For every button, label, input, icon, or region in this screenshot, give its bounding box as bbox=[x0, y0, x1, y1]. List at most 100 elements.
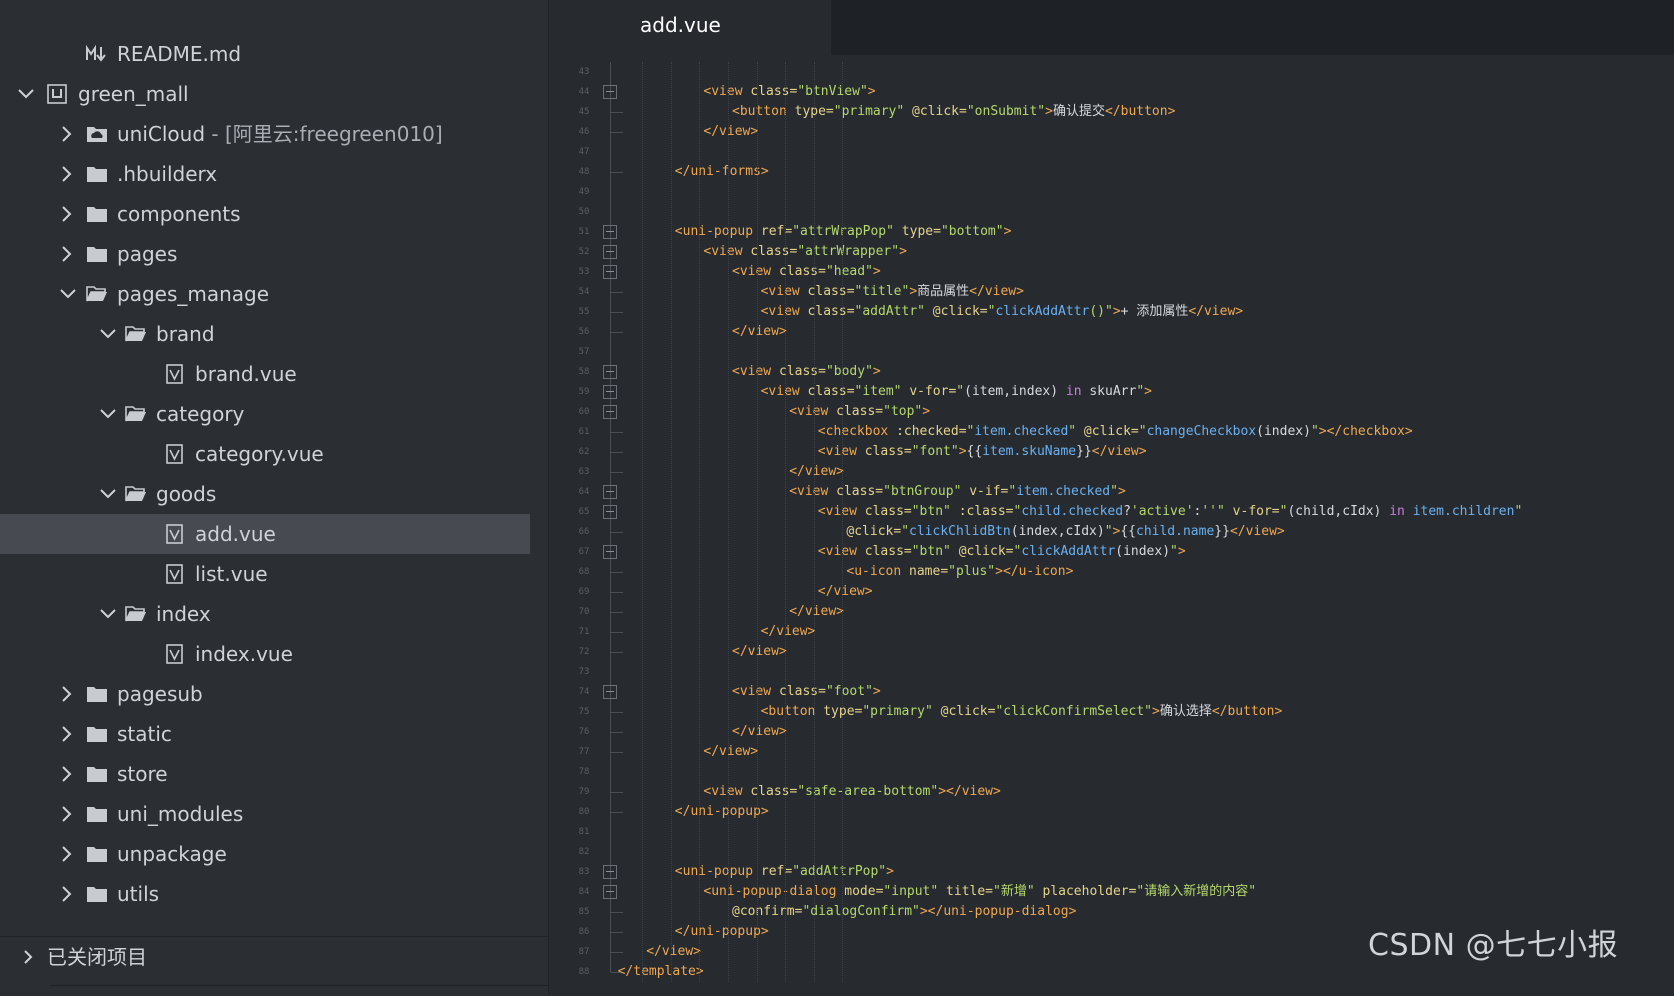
tree-item-label: pagesub bbox=[117, 682, 203, 706]
chevron-right-icon[interactable] bbox=[56, 154, 78, 194]
code-line[interactable]: </template> bbox=[549, 962, 1674, 982]
tree-item-label: brand bbox=[156, 322, 215, 346]
code-line[interactable]: <checkbox :checked="item.checked" @click… bbox=[549, 422, 1674, 442]
code-area[interactable]: <view class="btnView"> <button type="prim… bbox=[549, 62, 1674, 982]
code-line[interactable]: @click="clickChlidBtn(index,cIdx)">{{chi… bbox=[549, 522, 1674, 542]
tab-add-vue[interactable]: add.vue bbox=[549, 0, 831, 55]
code-line[interactable]: <view class="top"> bbox=[549, 402, 1674, 422]
chevron-down-icon[interactable] bbox=[14, 74, 36, 114]
code-line[interactable]: <view class="btn" @click="clickAddAttr(i… bbox=[549, 542, 1674, 562]
chevron-down-icon[interactable] bbox=[96, 314, 118, 354]
folder-icon bbox=[86, 714, 110, 754]
tree-item[interactable]: uniCloud - [阿里云:freegreen010] bbox=[0, 114, 530, 154]
closed-projects-row[interactable]: 已关闭项目 bbox=[0, 936, 548, 977]
code-line[interactable]: <uni-popup-dialog mode="input" title="新增… bbox=[549, 882, 1674, 902]
tree-item[interactable]: pagesub bbox=[0, 674, 530, 714]
indent-guide bbox=[670, 62, 673, 982]
code-line[interactable]: <view class="foot"> bbox=[549, 682, 1674, 702]
code-line[interactable]: @confirm="dialogConfirm"></uni-popup-dia… bbox=[549, 902, 1674, 922]
tree-item[interactable]: category.vue bbox=[0, 434, 530, 474]
tree-item[interactable]: brand bbox=[0, 314, 530, 354]
tree-item-label: index bbox=[156, 602, 211, 626]
tree-item[interactable]: .hbuilderx bbox=[0, 154, 530, 194]
chevron-down-icon[interactable] bbox=[96, 594, 118, 634]
code-line[interactable]: <view class="head"> bbox=[549, 262, 1674, 282]
chevron-down-icon[interactable] bbox=[96, 474, 118, 514]
tree-item[interactable]: add.vue bbox=[0, 514, 530, 554]
tree-item[interactable]: store bbox=[0, 754, 530, 794]
code-line[interactable]: </view> bbox=[549, 322, 1674, 342]
code-line[interactable] bbox=[549, 182, 1674, 202]
chevron-right-icon[interactable] bbox=[56, 114, 78, 154]
tree-item[interactable]: uni_modules bbox=[0, 794, 530, 834]
chevron-right-icon[interactable] bbox=[56, 674, 78, 714]
code-line[interactable]: <view class="addAttr" @click="clickAddAt… bbox=[549, 302, 1674, 322]
chevron-right-icon[interactable] bbox=[56, 194, 78, 234]
code-line[interactable] bbox=[549, 762, 1674, 782]
folder-icon bbox=[86, 194, 110, 234]
code-line[interactable]: <button type="primary" @click="clickConf… bbox=[549, 702, 1674, 722]
tree-item[interactable]: list.vue bbox=[0, 554, 530, 594]
code-line[interactable] bbox=[549, 142, 1674, 162]
closed-projects-label: 已关闭项目 bbox=[47, 945, 147, 969]
tree-item[interactable]: unpackage bbox=[0, 834, 530, 874]
code-line[interactable]: <uni-popup ref="addAttrPop"> bbox=[549, 862, 1674, 882]
tree-item[interactable]: brand.vue bbox=[0, 354, 530, 394]
code-line[interactable] bbox=[549, 62, 1674, 82]
tree-item[interactable]: category bbox=[0, 394, 530, 434]
code-line[interactable]: </view> bbox=[549, 642, 1674, 662]
tree-item[interactable]: pages_manage bbox=[0, 274, 530, 314]
code-line[interactable]: </view> bbox=[549, 122, 1674, 142]
code-line[interactable]: <view class="btnView"> bbox=[549, 82, 1674, 102]
code-line[interactable]: </view> bbox=[549, 602, 1674, 622]
code-line[interactable]: </view> bbox=[549, 582, 1674, 602]
tree-item[interactable]: index bbox=[0, 594, 530, 634]
chevron-right-icon[interactable] bbox=[56, 834, 78, 874]
sidebar-scrollbar[interactable] bbox=[50, 985, 548, 996]
code-line[interactable] bbox=[549, 662, 1674, 682]
code-line[interactable]: <uni-popup ref="attrWrapPop" type="botto… bbox=[549, 222, 1674, 242]
chevron-right-icon[interactable] bbox=[56, 234, 78, 274]
tree-item-label: add.vue bbox=[195, 522, 276, 546]
code-line[interactable]: <view class="title">商品属性</view> bbox=[549, 282, 1674, 302]
code-line[interactable]: <view class="body"> bbox=[549, 362, 1674, 382]
vue-file-icon bbox=[166, 554, 190, 594]
tree-item[interactable]: utils bbox=[0, 874, 530, 914]
tree-item[interactable]: goods bbox=[0, 474, 530, 514]
chevron-right-icon[interactable] bbox=[56, 754, 78, 794]
indent-guide bbox=[756, 62, 759, 982]
code-line[interactable]: <u-icon name="plus"></u-icon> bbox=[549, 562, 1674, 582]
tree-item[interactable]: static bbox=[0, 714, 530, 754]
code-line[interactable]: </uni-forms> bbox=[549, 162, 1674, 182]
code-line[interactable]: <view class="attrWrapper"> bbox=[549, 242, 1674, 262]
code-line[interactable]: </view> bbox=[549, 622, 1674, 642]
code-line[interactable]: </uni-popup> bbox=[549, 802, 1674, 822]
code-line[interactable]: </view> bbox=[549, 722, 1674, 742]
chevron-right-icon[interactable] bbox=[56, 794, 78, 834]
code-line[interactable] bbox=[549, 842, 1674, 862]
chevron-right-icon[interactable] bbox=[56, 874, 78, 914]
code-line[interactable]: </view> bbox=[549, 462, 1674, 482]
code-line[interactable] bbox=[549, 822, 1674, 842]
code-line[interactable] bbox=[549, 342, 1674, 362]
tree-item[interactable]: pages bbox=[0, 234, 530, 274]
chevron-down-icon[interactable] bbox=[56, 274, 78, 314]
code-line[interactable]: <view class="btn" :class="child.checked?… bbox=[549, 502, 1674, 522]
code-line[interactable]: <button type="primary" @click="onSubmit"… bbox=[549, 102, 1674, 122]
chevron-right-icon[interactable] bbox=[56, 714, 78, 754]
tree-item[interactable]: green_mall bbox=[0, 74, 530, 114]
code-line[interactable] bbox=[549, 202, 1674, 222]
tree-item-label: brand.vue bbox=[195, 362, 297, 386]
chevron-down-icon[interactable] bbox=[96, 394, 118, 434]
code-line[interactable]: <view class="safe-area-bottom"></view> bbox=[549, 782, 1674, 802]
chevron-right-icon bbox=[18, 937, 40, 977]
code-line[interactable]: <view class="item" v-for="(item,index) i… bbox=[549, 382, 1674, 402]
code-line[interactable]: </view> bbox=[549, 742, 1674, 762]
code-line[interactable]: <view class="font">{{item.skuName}}</vie… bbox=[549, 442, 1674, 462]
tree-item[interactable]: components bbox=[0, 194, 530, 234]
tree-item[interactable]: index.vue bbox=[0, 634, 530, 674]
tree-item[interactable]: README.md bbox=[0, 34, 530, 74]
code-line[interactable]: <view class="btnGroup" v-if="item.checke… bbox=[549, 482, 1674, 502]
tree-item-label: components bbox=[117, 202, 241, 226]
code-editor[interactable]: add.vue 43 44 45 46 47 48 49 50 51 52 53 54 55 56 57 58… bbox=[549, 0, 1674, 995]
